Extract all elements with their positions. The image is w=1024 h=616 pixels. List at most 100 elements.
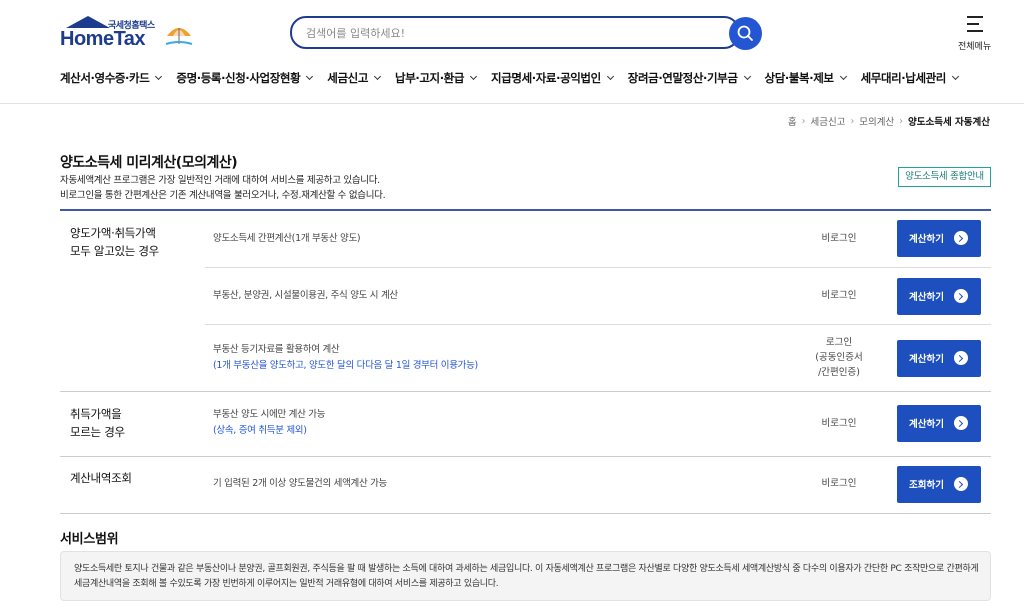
guide-button[interactable]: 양도소득세 종합안내 [898, 167, 991, 187]
row-description: 양도소득세 간편계산(1개 부동산 양도) [213, 231, 361, 247]
nav-label: 증명·등록·신청·사업장현황 [176, 71, 301, 85]
section-label-history: 계산내역조회 [70, 469, 132, 487]
row-description: 기 입력된 2개 이상 양도물건의 세액계산 가능 [213, 476, 387, 492]
section-divider [60, 391, 991, 392]
breadcrumb-separator: › [850, 115, 855, 127]
chevron-down-icon [470, 72, 478, 81]
breadcrumb: 홈 › 세금신고 › 모의계산 › 양도소득세 자동계산 [788, 114, 990, 129]
login-type: 로그인 (공동인증서 /간편인증) [799, 335, 879, 380]
nav-item-certificate[interactable]: 증명·등록·신청·사업장현황 [176, 69, 314, 87]
breadcrumb-separator: › [801, 115, 806, 127]
nav-label: 세무대리·납세관리 [860, 71, 947, 85]
section-label-known: 양도가액·취득가액 모두 알고있는 경우 [70, 224, 159, 260]
table-top-border [60, 209, 991, 211]
umbrella-icon [165, 28, 193, 45]
arrow-right-circle-icon [954, 231, 968, 245]
page-description: 자동세액계산 프로그램은 가장 일반적인 거래에 대하여 서비스를 제공하고 있… [60, 173, 386, 203]
logo-title: HomeTax [60, 28, 146, 50]
service-scope-box: 양도소득세란 토지나 건물과 같은 부동산이나 분양권, 골프회원권, 주식등을… [60, 551, 991, 601]
login-type: 비로그인 [821, 290, 857, 301]
hometax-logo[interactable]: 국세청홈택스 HomeTax [60, 14, 200, 54]
search-bar [290, 16, 740, 49]
chevron-down-icon [743, 72, 751, 81]
row-note: (상속, 증여 취득분 제외) [213, 425, 307, 436]
nav-item-invoice[interactable]: 계산서·영수증·카드 [60, 69, 163, 87]
site-header: 국세청홈택스 HomeTax 전체메뉴 계산서·영수증·카드 증명·등록·신청·… [0, 0, 1024, 104]
nav-label: 장려금·연말정산·기부금 [627, 71, 738, 85]
description-line: 자동세액계산 프로그램은 가장 일반적인 거래에 대하여 서비스를 제공하고 있… [60, 175, 380, 186]
section-label-line: 양도가액·취득가액 [70, 226, 156, 240]
section-label-line: 모두 알고있는 경우 [70, 244, 159, 258]
calculate-button[interactable]: 계산하기 [897, 220, 981, 257]
login-type: 비로그인 [821, 233, 857, 244]
calculate-button[interactable]: 계산하기 [897, 405, 981, 442]
arrow-right-circle-icon [954, 477, 968, 491]
calculate-button[interactable]: 계산하기 [897, 340, 981, 377]
section-divider [60, 456, 991, 457]
calculate-button[interactable]: 계산하기 [897, 278, 981, 315]
row-divider [205, 324, 991, 325]
breadcrumb-home[interactable]: 홈 [788, 114, 797, 128]
login-line: (공동인증서 [815, 352, 863, 363]
nav-item-tax-agent[interactable]: 세무대리·납세관리 [860, 69, 960, 87]
nav-label: 계산서·영수증·카드 [60, 71, 150, 85]
nav-label: 세금신고 [327, 71, 369, 85]
chevron-down-icon [606, 72, 614, 81]
section-label-line: 모르는 경우 [70, 425, 125, 439]
nav-label: 납부·고지·환급 [395, 71, 465, 85]
logo-roof-icon [66, 16, 110, 28]
arrow-right-circle-icon [954, 351, 968, 365]
chevron-down-icon [373, 72, 382, 81]
login-line: 로그인 [825, 337, 853, 348]
button-label: 조회하기 [909, 480, 944, 491]
search-button[interactable] [729, 17, 762, 50]
row-text: 부동산 양도 시에만 계산 가능 [213, 409, 326, 420]
button-label: 계산하기 [909, 419, 944, 430]
description-line: 비로그인을 통한 간편계산은 기존 계산내역을 불러오거나, 수정.재계산할 수… [60, 190, 386, 201]
all-menu-button[interactable]: 전체메뉴 [956, 16, 996, 52]
arrow-right-circle-icon [954, 289, 968, 303]
chevron-down-icon [155, 72, 163, 81]
row-divider [205, 267, 991, 268]
chevron-down-icon [951, 72, 960, 81]
nav-item-consult[interactable]: 상담·불복·제보 [764, 69, 847, 87]
section-label-unknown: 취득가액을 모르는 경우 [70, 405, 125, 441]
breadcrumb-simulation[interactable]: 모의계산 [859, 114, 894, 128]
chevron-down-icon [306, 72, 314, 81]
hamburger-icon [967, 16, 983, 37]
service-scope-title: 서비스범위 [60, 532, 119, 547]
inquiry-button[interactable]: 조회하기 [897, 466, 981, 503]
button-label: 계산하기 [909, 354, 944, 365]
login-type: 비로그인 [821, 418, 857, 429]
section-label-line: 계산내역조회 [70, 471, 132, 485]
chevron-down-icon [839, 72, 847, 81]
row-text: 기 입력된 2개 이상 양도물건의 세액계산 가능 [213, 478, 387, 489]
breadcrumb-separator: › [899, 115, 904, 127]
row-description: 부동산 양도 시에만 계산 가능 (상속, 증여 취득분 제외) [213, 407, 325, 439]
login-type: 비로그인 [821, 478, 857, 489]
breadcrumb-tax-filing[interactable]: 세금신고 [810, 114, 845, 128]
row-description: 부동산 등기자료를 활용하여 계산 (1개 부동산을 양도하고, 양도한 달의 … [213, 342, 478, 374]
search-input[interactable] [306, 24, 706, 42]
button-label: 계산하기 [909, 234, 944, 245]
breadcrumb-current: 양도소득세 자동계산 [908, 117, 990, 128]
nav-item-payment[interactable]: 납부·고지·환급 [395, 69, 478, 87]
section-label-line: 취득가액을 [70, 407, 122, 421]
all-menu-label: 전체메뉴 [958, 42, 992, 52]
login-line: /간편인증) [818, 367, 860, 378]
row-text: 부동산, 분양권, 시설물이용권, 주식 양도 시 계산 [213, 290, 398, 301]
row-text: 양도소득세 간편계산(1개 부동산 양도) [213, 233, 361, 244]
row-description: 부동산, 분양권, 시설물이용권, 주식 양도 시 계산 [213, 288, 398, 304]
nav-item-statement[interactable]: 지급명세·자료·공익법인 [491, 69, 614, 87]
nav-item-tax-filing[interactable]: 세금신고 [327, 69, 382, 87]
search-icon [737, 25, 753, 41]
page-title: 양도소득세 미리계산(모의계산) [60, 155, 238, 171]
nav-label: 지급명세·자료·공익법인 [491, 71, 601, 85]
nav-item-incentive[interactable]: 장려금·연말정산·기부금 [627, 69, 751, 87]
global-nav: 계산서·영수증·카드 증명·등록·신청·사업장현황 세금신고 납부·고지·환급 … [60, 69, 973, 87]
button-label: 계산하기 [909, 292, 944, 303]
service-scope-text: 양도소득세란 토지나 건물과 같은 부동산이나 분양권, 골프회원권, 주식등을… [74, 564, 979, 589]
row-note: (1개 부동산을 양도하고, 양도한 달의 다다음 달 1일 경부터 이용가능) [213, 360, 478, 371]
nav-label: 상담·불복·제보 [764, 71, 834, 85]
section-divider [60, 513, 991, 514]
